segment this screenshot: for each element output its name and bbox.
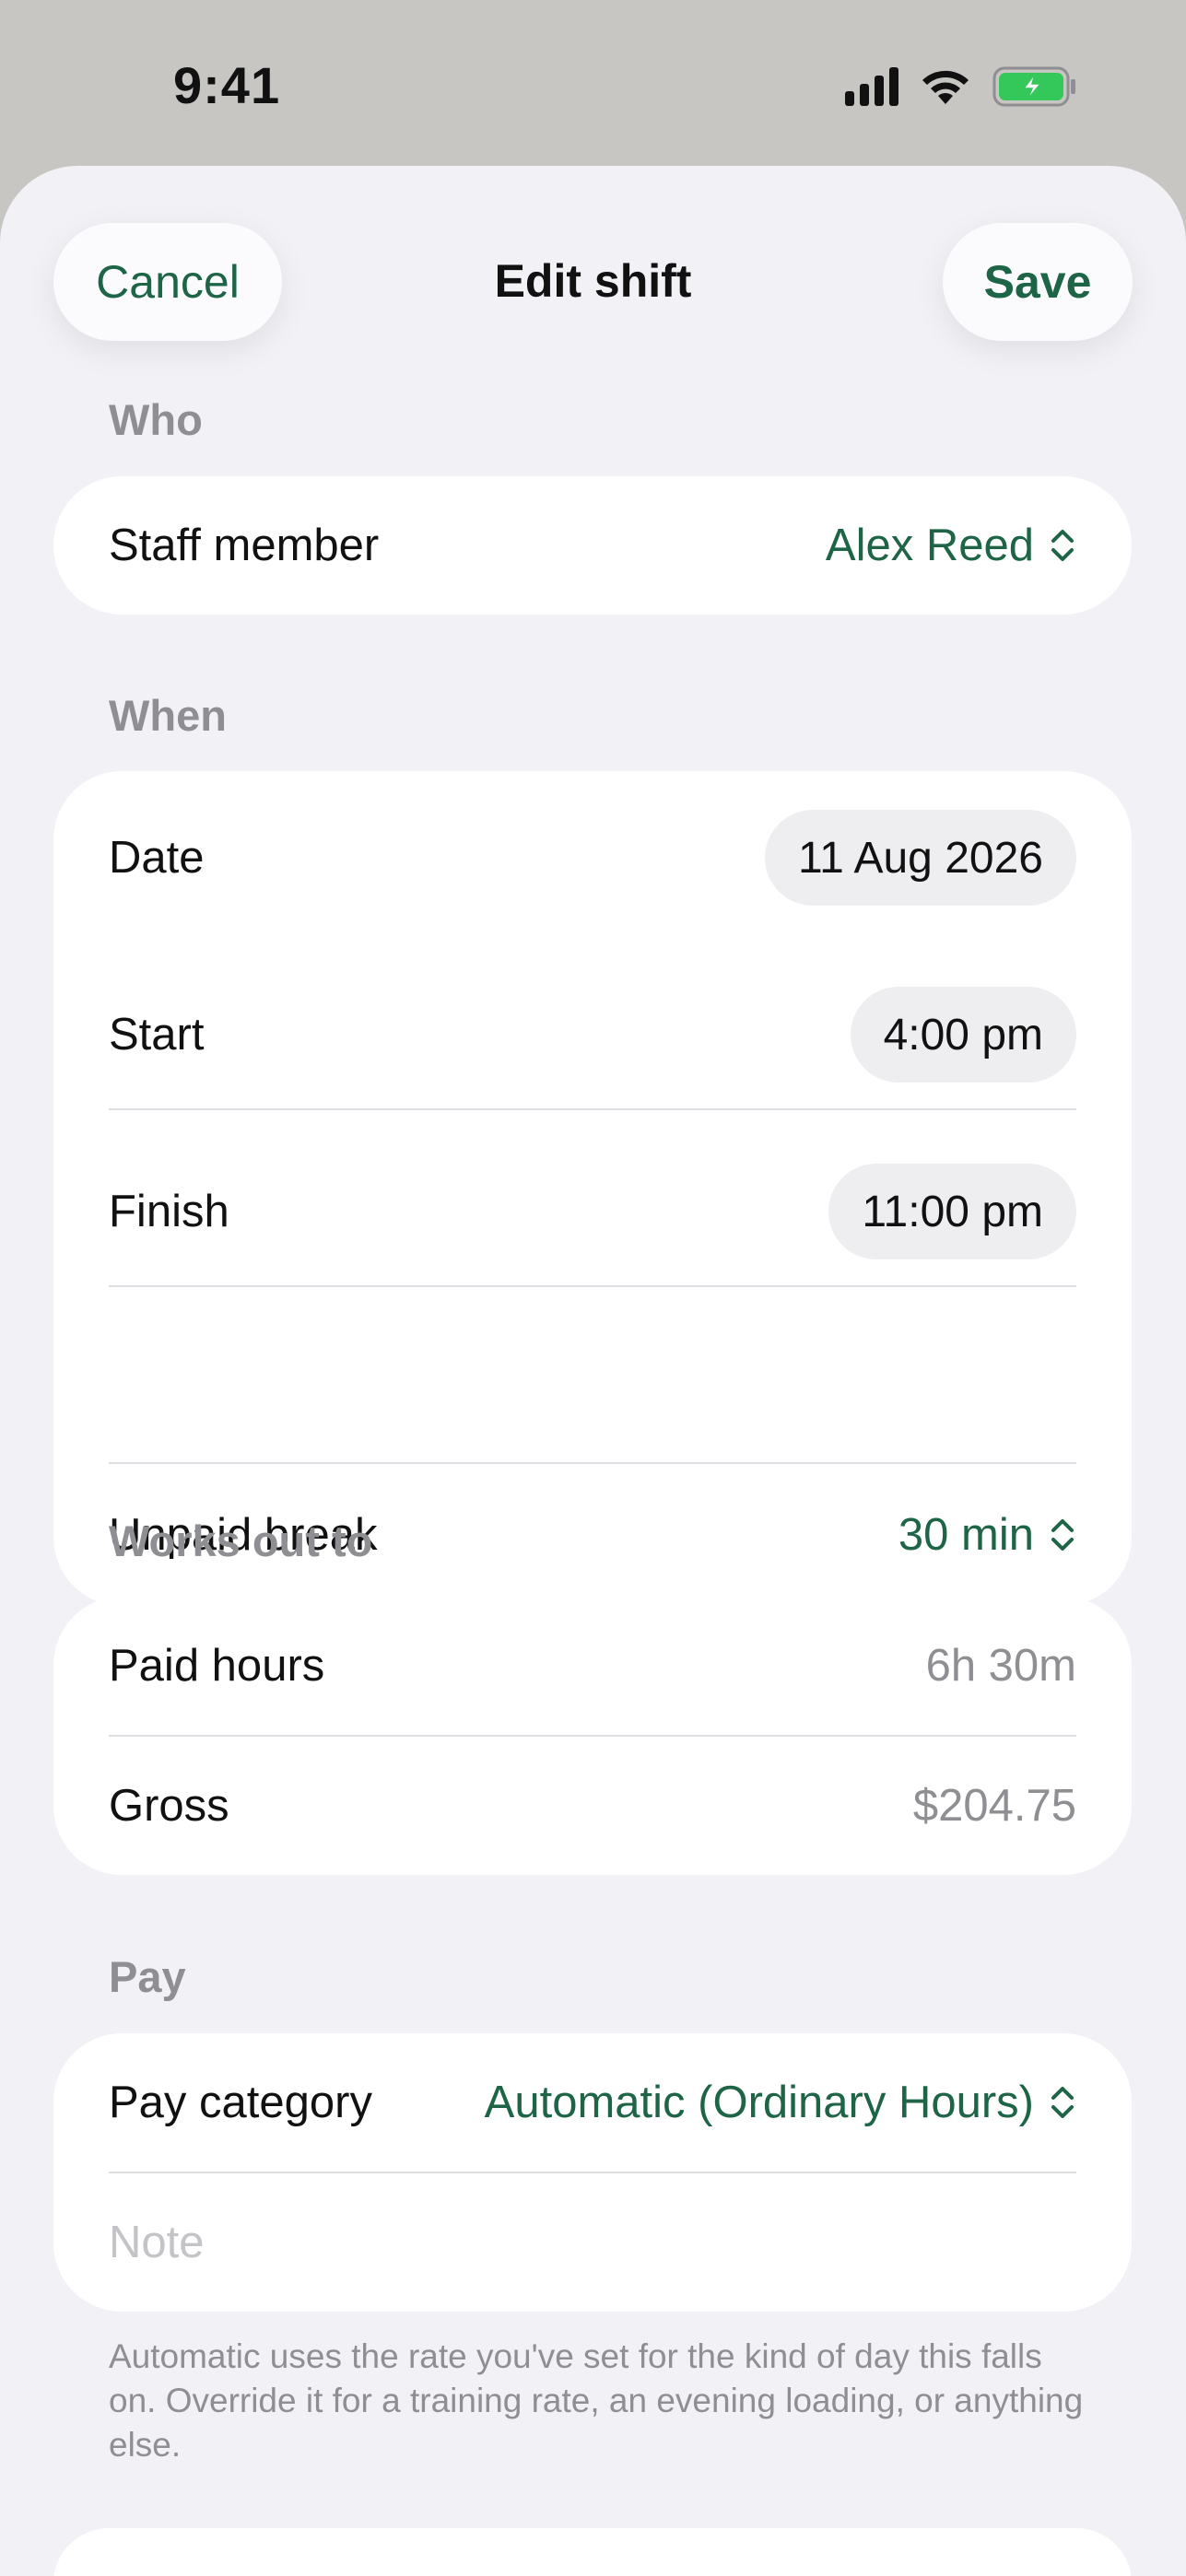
- date-label: Date: [109, 833, 205, 883]
- gross-row: Gross $204.75: [109, 1737, 1076, 1875]
- edit-shift-sheet: Cancel Edit shift Save Who Staff member …: [0, 166, 1186, 2576]
- pay-footnote: Automatic uses the rate you've set for t…: [109, 2337, 1084, 2464]
- pay-category-picker[interactable]: Automatic (Ordinary Hours): [485, 2077, 1076, 2128]
- works-out-card: Paid hours 6h 30m Gross $204.75: [53, 1597, 1132, 1875]
- next-card: [53, 2528, 1132, 2576]
- chevron-up-down-icon: [1051, 530, 1074, 561]
- start-time-chip[interactable]: 4:00 pm: [850, 987, 1076, 1083]
- date-row: Date 11 Aug 2026: [109, 771, 1076, 944]
- gross-label: Gross: [109, 1781, 229, 1831]
- staff-member-value: Alex Reed: [825, 521, 1034, 570]
- section-label-works-out-to: Works out to: [109, 1516, 373, 1565]
- finish-label: Finish: [109, 1187, 229, 1236]
- paid-hours-label: Paid hours: [109, 1641, 325, 1691]
- pay-category-label: Pay category: [109, 2078, 372, 2127]
- finish-time-chip[interactable]: 11:00 pm: [828, 1164, 1076, 1259]
- section-label-who: Who: [109, 395, 203, 444]
- cellular-signal-icon: [845, 67, 898, 106]
- staff-member-label: Staff member: [109, 521, 380, 570]
- staff-member-picker[interactable]: Alex Reed: [826, 520, 1076, 571]
- pay-card: Pay category Automatic (Ordinary Hours) …: [53, 2033, 1132, 2312]
- paid-hours-row: Paid hours 6h 30m: [109, 1597, 1076, 1735]
- start-row: Start 4:00 pm: [109, 948, 1076, 1121]
- pay-category-row[interactable]: Pay category Automatic (Ordinary Hours): [109, 2033, 1076, 2172]
- status-icons: [845, 66, 1077, 107]
- start-label: Start: [109, 1010, 205, 1060]
- when-card: Date 11 Aug 2026 Start 4:00 pm Finish 11…: [53, 771, 1132, 1606]
- section-label-pay: Pay: [109, 1952, 186, 2001]
- battery-charging-icon: [992, 66, 1075, 107]
- date-picker-chip[interactable]: 11 Aug 2026: [764, 810, 1076, 906]
- note-row[interactable]: Note: [109, 2173, 1076, 2312]
- unpaid-break-value: 30 min: [898, 1510, 1034, 1560]
- gross-value: $204.75: [912, 1781, 1076, 1831]
- chevron-up-down-icon: [1051, 1519, 1074, 1551]
- paid-hours-value: 6h 30m: [925, 1641, 1076, 1691]
- wifi-icon: [922, 70, 969, 104]
- staff-member-row[interactable]: Staff member Alex Reed: [109, 476, 1076, 615]
- who-card: Staff member Alex Reed: [53, 476, 1132, 615]
- save-button[interactable]: Save: [943, 223, 1133, 341]
- status-time: 9:41: [173, 56, 281, 114]
- status-bar: 9:41: [0, 0, 1186, 166]
- unpaid-break-picker[interactable]: 30 min: [898, 1509, 1076, 1561]
- finish-row: Finish 11:00 pm: [109, 1125, 1076, 1298]
- section-label-when: When: [109, 691, 227, 740]
- note-input[interactable]: Note: [109, 2217, 205, 2268]
- chevron-up-down-icon: [1051, 2087, 1074, 2118]
- pay-category-value: Automatic (Ordinary Hours): [484, 2078, 1034, 2127]
